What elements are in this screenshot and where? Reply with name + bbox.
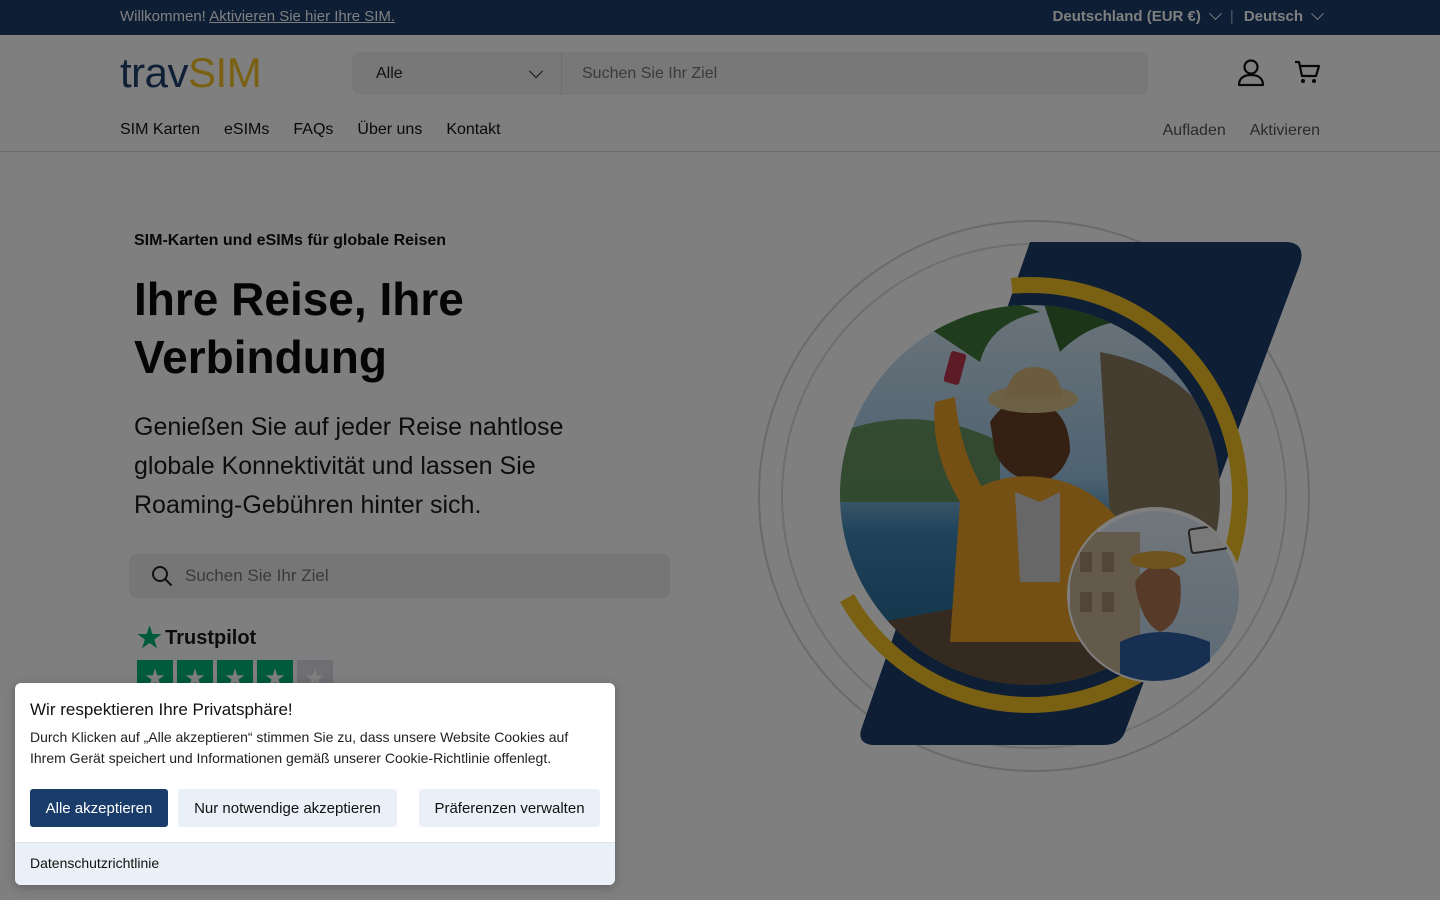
privacy-policy-link[interactable]: Datenschutzrichtlinie (30, 855, 159, 871)
cookie-title: Wir respektieren Ihre Privatsphäre! (30, 700, 293, 719)
accept-all-button[interactable]: Alle akzeptieren (30, 789, 168, 827)
manage-preferences-button[interactable]: Präferenzen verwalten (419, 789, 600, 827)
cookie-text: Durch Klicken auf „Alle akzeptieren“ sti… (30, 729, 569, 766)
accept-necessary-button[interactable]: Nur notwendige akzeptieren (178, 789, 397, 827)
cookie-banner: Wir respektieren Ihre Privatsphäre! Durc… (15, 683, 615, 885)
cookie-footer: Datenschutzrichtlinie (15, 842, 615, 885)
